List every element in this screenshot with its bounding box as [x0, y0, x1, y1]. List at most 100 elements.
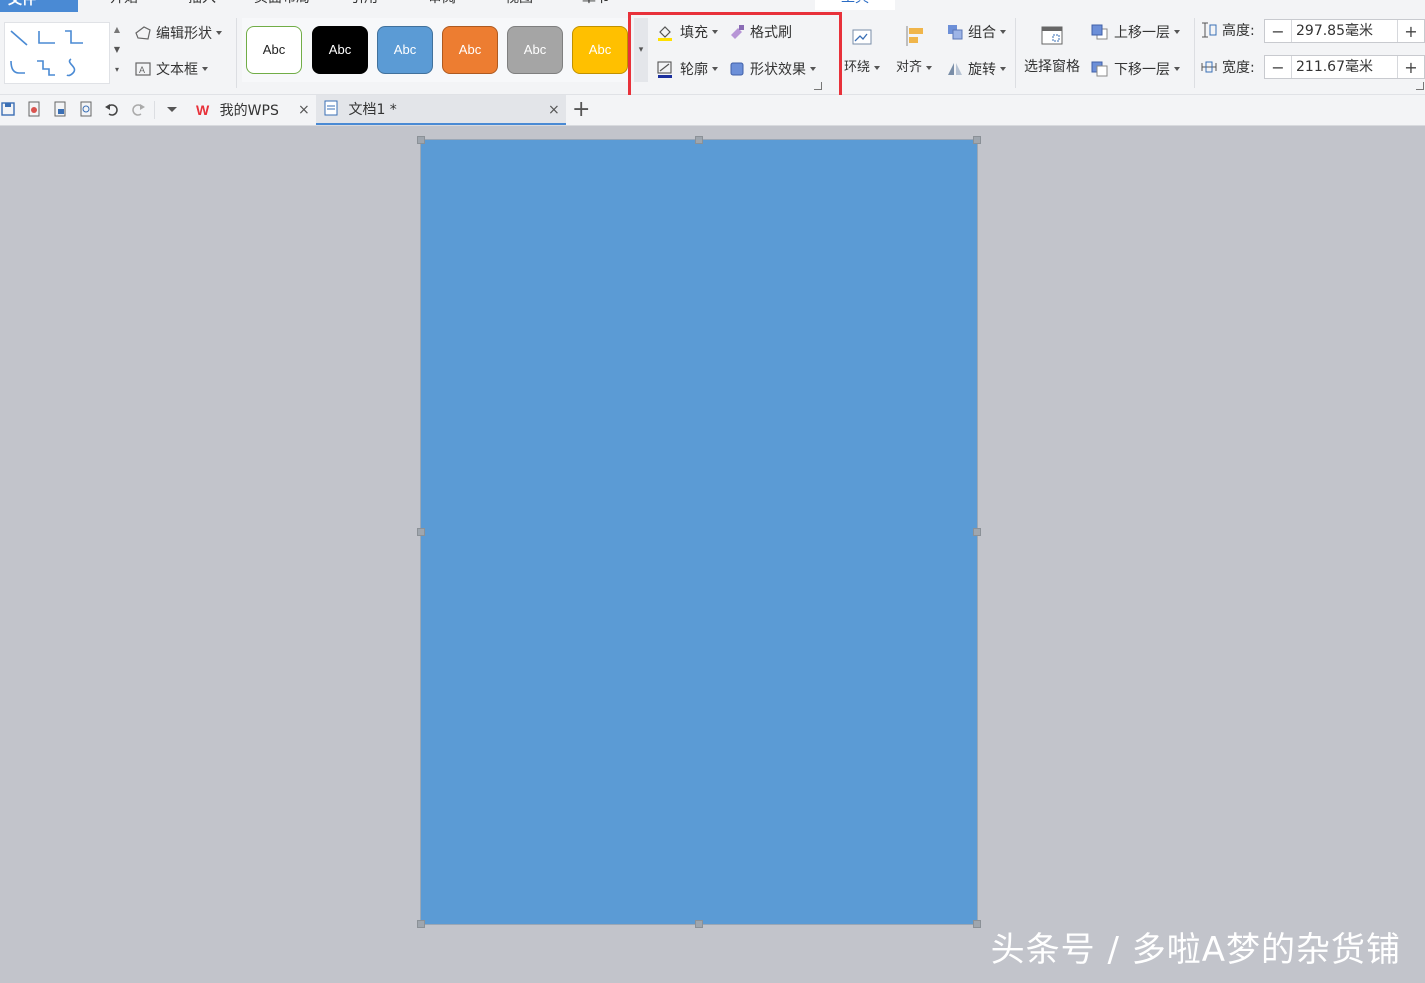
wps-logo-icon: W — [196, 102, 210, 118]
height-icon — [1202, 22, 1217, 38]
close-icon[interactable]: × — [298, 95, 310, 125]
shapes-gallery-scroll[interactable]: ▲ ▼ ▾ — [110, 20, 124, 84]
send-backward-button[interactable]: 下移一层 — [1090, 59, 1180, 79]
shape-style-swatch[interactable]: Abc — [442, 26, 498, 74]
ribbon: ▲ ▼ ▾ 编辑形状 A 文本框 Abc Abc Abc Abc Abc Abc ▾ 填充… — [0, 12, 1425, 108]
align-button[interactable]: 对齐 — [894, 24, 934, 75]
save-icon[interactable] — [0, 101, 16, 117]
edit-shape-label: 编辑形状 — [156, 26, 212, 42]
chevron-down-icon — [1000, 67, 1006, 71]
resize-handle-right[interactable] — [973, 528, 981, 536]
bring-forward-label: 上移一层 — [1114, 25, 1170, 41]
tab-drawing-tools[interactable]: 工具 — [815, 0, 895, 10]
ribbon-tab-strip: 文件 开始 插入 页面布局 引用 审阅 视图 章节 工具 — [0, 0, 1425, 12]
edit-shape-button[interactable]: 编辑形状 — [134, 22, 222, 44]
rotate-label: 旋转 — [968, 62, 996, 78]
selected-rectangle-shape[interactable] — [417, 136, 981, 928]
wrap-button[interactable]: 环绕 — [844, 24, 881, 75]
tab-chapter[interactable]: 章节 — [582, 0, 610, 10]
height-input[interactable]: 297.85毫米 — [1291, 20, 1398, 42]
wrap-label: 环绕 — [844, 60, 871, 75]
export-pdf-icon[interactable] — [26, 101, 42, 117]
tab-my-wps[interactable]: W 我的WPS × — [188, 95, 316, 125]
send-backward-label: 下移一层 — [1114, 62, 1170, 78]
width-decrement-button[interactable]: − — [1265, 58, 1291, 77]
tab-document1-label: 文档1 * — [348, 102, 397, 118]
print-preview-icon[interactable] — [78, 101, 94, 117]
chevron-down-icon — [1000, 30, 1006, 34]
send-backward-icon — [1091, 61, 1108, 77]
tab-review[interactable]: 审阅 — [428, 0, 456, 10]
height-control: 高度: — [1200, 20, 1261, 40]
divider — [154, 101, 155, 119]
width-stepper[interactable]: − 211.67毫米 + — [1264, 55, 1425, 79]
shape-style-swatch[interactable]: Abc — [377, 26, 433, 74]
text-box-button[interactable]: A 文本框 — [134, 58, 208, 80]
resize-handle-top-left[interactable] — [417, 136, 425, 144]
undo-icon[interactable] — [104, 101, 120, 117]
resize-handle-bottom-left[interactable] — [417, 920, 425, 928]
align-icon — [906, 26, 923, 46]
text-wrap-icon — [852, 29, 872, 45]
dialog-launcher-icon[interactable] — [1416, 82, 1424, 90]
watermark-text: 头条号 / 多啦A梦的杂货铺 — [990, 930, 1401, 970]
connector-shapes-icon — [10, 30, 83, 77]
width-increment-button[interactable]: + — [1398, 58, 1424, 77]
selection-pane-label: 选择窗格 — [1024, 59, 1080, 75]
rotate-button[interactable]: 旋转 — [946, 59, 1006, 79]
edit-shape-icon — [135, 26, 151, 40]
resize-handle-left[interactable] — [417, 528, 425, 536]
selection-pane-button[interactable]: 选择窗格 — [1020, 24, 1084, 76]
tab-home[interactable]: 开始 — [110, 0, 138, 10]
divider — [1015, 18, 1016, 88]
height-decrement-button[interactable]: − — [1265, 22, 1291, 41]
resize-handle-bottom-right[interactable] — [973, 920, 981, 928]
group-button[interactable]: 组合 — [946, 22, 1006, 42]
resize-handle-top[interactable] — [695, 136, 703, 144]
text-box-label: 文本框 — [156, 62, 198, 78]
divider — [236, 18, 237, 88]
group-icon — [948, 25, 963, 40]
redo-icon[interactable] — [130, 101, 146, 117]
chevron-down-icon — [1174, 67, 1180, 71]
group-label: 组合 — [968, 25, 996, 41]
height-increment-button[interactable]: + — [1398, 22, 1424, 41]
text-box-icon: A — [135, 62, 151, 76]
height-stepper[interactable]: − 297.85毫米 + — [1264, 19, 1425, 43]
customize-toolbar-icon[interactable] — [164, 101, 180, 117]
highlight-annotation-box — [628, 12, 842, 108]
width-control: 宽度: — [1200, 57, 1261, 77]
close-icon[interactable]: × — [548, 95, 560, 125]
width-label: 宽度: — [1222, 60, 1255, 76]
shape-style-swatch[interactable]: Abc — [507, 26, 563, 74]
height-label: 高度: — [1222, 23, 1255, 39]
shape-style-swatch[interactable]: Abc — [572, 26, 628, 74]
tab-view[interactable]: 视图 — [505, 0, 533, 10]
resize-handle-top-right[interactable] — [973, 136, 981, 144]
chevron-down-icon — [1174, 30, 1180, 34]
bring-forward-button[interactable]: 上移一层 — [1090, 22, 1180, 42]
align-label: 对齐 — [895, 60, 922, 75]
print-icon[interactable] — [52, 101, 68, 117]
tab-page-layout[interactable]: 页面布局 — [254, 0, 310, 10]
width-input[interactable]: 211.67毫米 — [1291, 56, 1398, 78]
divider — [1194, 18, 1195, 88]
tab-file[interactable]: 文件 — [0, 0, 78, 12]
new-tab-button[interactable]: + — [572, 95, 590, 125]
tab-document1[interactable]: 文档1 * × — [316, 95, 566, 125]
quick-access-bar: W 我的WPS × 文档1 * × + — [0, 95, 1425, 126]
chevron-down-icon — [216, 31, 222, 35]
tab-insert[interactable]: 插入 — [188, 0, 216, 10]
chevron-down-icon — [874, 65, 881, 70]
tab-references[interactable]: 引用 — [350, 0, 378, 10]
rotate-icon — [948, 63, 962, 75]
shape-style-swatch[interactable]: Abc — [246, 26, 302, 74]
shapes-gallery[interactable] — [4, 22, 110, 84]
svg-text:A: A — [139, 65, 145, 75]
chevron-down-icon — [202, 67, 208, 71]
shape-styles-gallery: Abc Abc Abc Abc Abc Abc — [242, 18, 630, 82]
shape-style-swatch[interactable]: Abc — [312, 26, 368, 74]
resize-handle-bottom[interactable] — [695, 920, 703, 928]
tab-my-wps-label: 我的WPS — [219, 103, 279, 119]
selection-pane-icon — [1041, 26, 1063, 45]
